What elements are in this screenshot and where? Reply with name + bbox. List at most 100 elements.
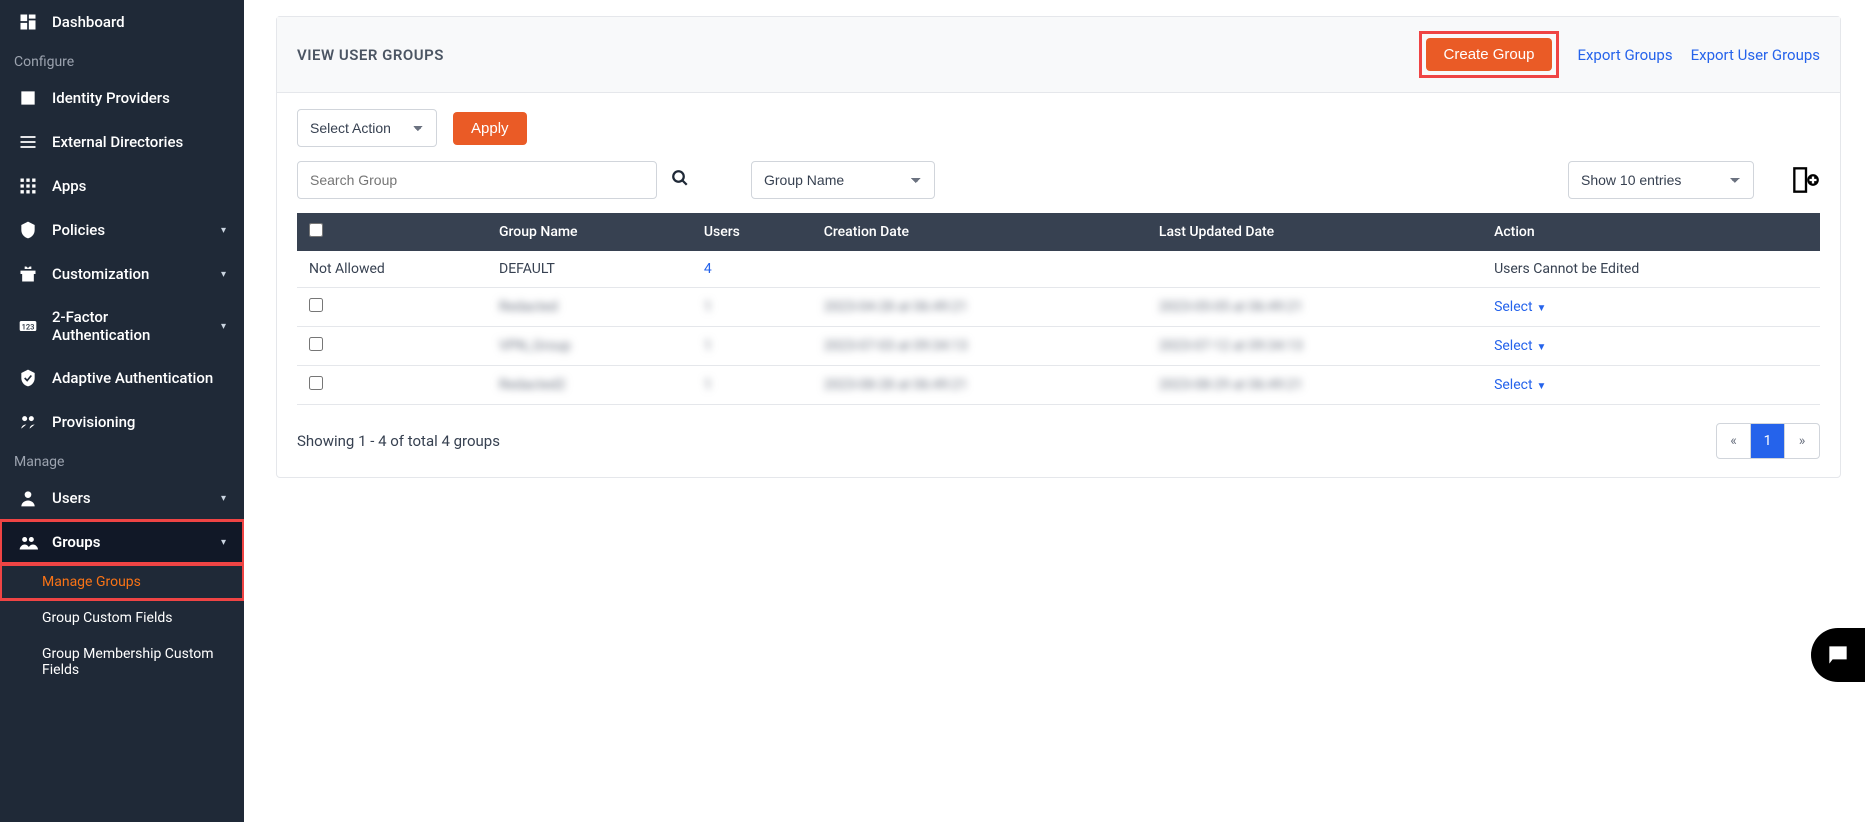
search-icon[interactable] xyxy=(671,169,689,191)
create-group-highlight: Create Group xyxy=(1419,31,1560,78)
cell-group-name: Redacted2 xyxy=(499,377,566,393)
sidebar-item-users[interactable]: Users ▾ xyxy=(0,476,244,520)
sidebar-label: Customization xyxy=(52,265,149,283)
chevron-down-icon: ▾ xyxy=(221,225,226,236)
shield-check-icon xyxy=(18,368,38,388)
panel-header: VIEW USER GROUPS Create Group Export Gro… xyxy=(277,17,1840,93)
sidebar-label: Identity Providers xyxy=(52,89,170,107)
cell-group-name: Redacted xyxy=(499,299,558,315)
main-content: VIEW USER GROUPS Create Group Export Gro… xyxy=(244,16,1865,518)
chevron-down-icon: ▾ xyxy=(221,269,226,280)
svg-text:123: 123 xyxy=(22,322,35,331)
sidebar: Dashboard Configure Identity Providers E… xyxy=(0,0,244,822)
sidebar-item-external-directories[interactable]: External Directories xyxy=(0,120,244,164)
sidebar-section-manage: Manage xyxy=(0,444,244,476)
export-user-groups-link[interactable]: Export User Groups xyxy=(1691,46,1820,64)
sidebar-section-configure: Configure xyxy=(0,44,244,76)
id-badge-icon xyxy=(18,88,38,108)
chevron-down-icon: ▾ xyxy=(221,493,226,504)
grid-icon xyxy=(18,176,38,196)
row-checkbox[interactable] xyxy=(309,376,323,390)
sidebar-label: Provisioning xyxy=(52,413,135,431)
numeric-icon: 123 xyxy=(18,316,38,336)
sidebar-item-policies[interactable]: Policies ▾ xyxy=(0,208,244,252)
select-all-checkbox[interactable] xyxy=(309,223,323,237)
sidebar-item-apps[interactable]: Apps xyxy=(0,164,244,208)
cell-updated: 2023-05-05 at 06:49:21 xyxy=(1159,299,1303,315)
sync-users-icon xyxy=(18,412,38,432)
dashboard-icon xyxy=(18,12,38,32)
group-icon xyxy=(18,532,38,552)
row-checkbox[interactable] xyxy=(309,337,323,351)
col-users: Users xyxy=(692,213,812,251)
action-toolbar: Select Action Apply xyxy=(277,93,1840,157)
row-checkbox[interactable] xyxy=(309,298,323,312)
cell-creation: 2023-04-28 at 06:49:21 xyxy=(824,299,968,315)
search-input[interactable] xyxy=(297,161,657,199)
sidebar-label: 2-Factor Authentication xyxy=(52,308,207,344)
page-prev[interactable]: « xyxy=(1717,424,1751,458)
export-groups-link[interactable]: Export Groups xyxy=(1577,46,1672,64)
apply-button[interactable]: Apply xyxy=(453,112,527,145)
sidebar-subitem-group-custom-fields[interactable]: Group Custom Fields xyxy=(0,600,244,636)
cell-not-allowed: Not Allowed xyxy=(297,251,487,288)
gift-icon xyxy=(18,264,38,284)
cell-users: 1 xyxy=(704,299,712,315)
table-row: VPN_Group 1 2023-07-03 at 09:34:13 2023-… xyxy=(297,327,1820,366)
sidebar-label: External Directories xyxy=(52,133,183,151)
table-row: Redacted 1 2023-04-28 at 06:49:21 2023-0… xyxy=(297,288,1820,327)
create-group-button[interactable]: Create Group xyxy=(1426,38,1553,71)
sidebar-item-identity-providers[interactable]: Identity Providers xyxy=(0,76,244,120)
sidebar-item-adaptive-auth[interactable]: Adaptive Authentication xyxy=(0,356,244,400)
sidebar-item-groups[interactable]: Groups ▾ xyxy=(0,520,244,564)
table-row: Not Allowed DEFAULT 4 Users Cannot be Ed… xyxy=(297,251,1820,288)
entries-select[interactable]: Show 10 entries xyxy=(1568,161,1754,199)
cell-group-name: DEFAULT xyxy=(487,251,692,288)
cell-updated: 2023-07-12 at 09:34:13 xyxy=(1159,338,1303,354)
filter-field-select[interactable]: Group Name xyxy=(751,161,935,199)
col-action: Action xyxy=(1482,213,1820,251)
sidebar-item-customization[interactable]: Customization ▾ xyxy=(0,252,244,296)
cell-updated xyxy=(1147,251,1482,288)
row-action-select[interactable]: Select▼ xyxy=(1494,338,1546,354)
chevron-down-icon: ▾ xyxy=(221,537,226,548)
cell-users: 1 xyxy=(704,377,712,393)
sidebar-label: Users xyxy=(52,489,91,507)
search-toolbar: Group Name Show 10 entries xyxy=(277,157,1840,213)
page-1[interactable]: 1 xyxy=(1751,424,1785,458)
showing-text: Showing 1 - 4 of total 4 groups xyxy=(297,432,500,450)
caret-down-icon: ▼ xyxy=(1537,303,1547,314)
cell-users: 1 xyxy=(704,338,712,354)
caret-down-icon: ▼ xyxy=(1537,342,1547,353)
sidebar-subitem-manage-groups[interactable]: Manage Groups xyxy=(0,564,244,600)
select-action-dropdown[interactable]: Select Action xyxy=(297,109,437,147)
cell-group-name: VPN_Group xyxy=(499,338,571,354)
table-footer: Showing 1 - 4 of total 4 groups « 1 » xyxy=(277,405,1840,477)
list-icon xyxy=(18,132,38,152)
page-next[interactable]: » xyxy=(1785,424,1819,458)
add-column-icon[interactable] xyxy=(1792,166,1820,194)
cell-creation: 2023-07-03 at 09:34:13 xyxy=(824,338,968,354)
col-creation: Creation Date xyxy=(812,213,1147,251)
sidebar-label: Groups xyxy=(52,533,100,551)
cell-action: Users Cannot be Edited xyxy=(1482,251,1820,288)
cell-creation xyxy=(812,251,1147,288)
sidebar-item-dashboard[interactable]: Dashboard xyxy=(0,0,244,44)
sidebar-label: Policies xyxy=(52,221,105,239)
chevron-down-icon: ▾ xyxy=(221,321,226,332)
user-icon xyxy=(18,488,38,508)
pagination: « 1 » xyxy=(1716,423,1820,459)
caret-down-icon: ▼ xyxy=(1537,381,1547,392)
row-action-select[interactable]: Select▼ xyxy=(1494,299,1546,315)
sidebar-item-2fa[interactable]: 123 2-Factor Authentication ▾ xyxy=(0,296,244,356)
row-action-select[interactable]: Select▼ xyxy=(1494,377,1546,393)
cell-users-link[interactable]: 4 xyxy=(704,261,712,277)
chat-icon xyxy=(1825,642,1851,668)
cell-creation: 2023-08-28 at 06:49:21 xyxy=(824,377,968,393)
page-title: VIEW USER GROUPS xyxy=(297,46,444,64)
sidebar-subitem-group-membership-custom-fields[interactable]: Group Membership Custom Fields xyxy=(0,636,244,688)
shield-search-icon xyxy=(18,220,38,240)
chat-bubble-button[interactable] xyxy=(1811,628,1865,682)
sidebar-label: Adaptive Authentication xyxy=(52,369,213,387)
sidebar-item-provisioning[interactable]: Provisioning xyxy=(0,400,244,444)
